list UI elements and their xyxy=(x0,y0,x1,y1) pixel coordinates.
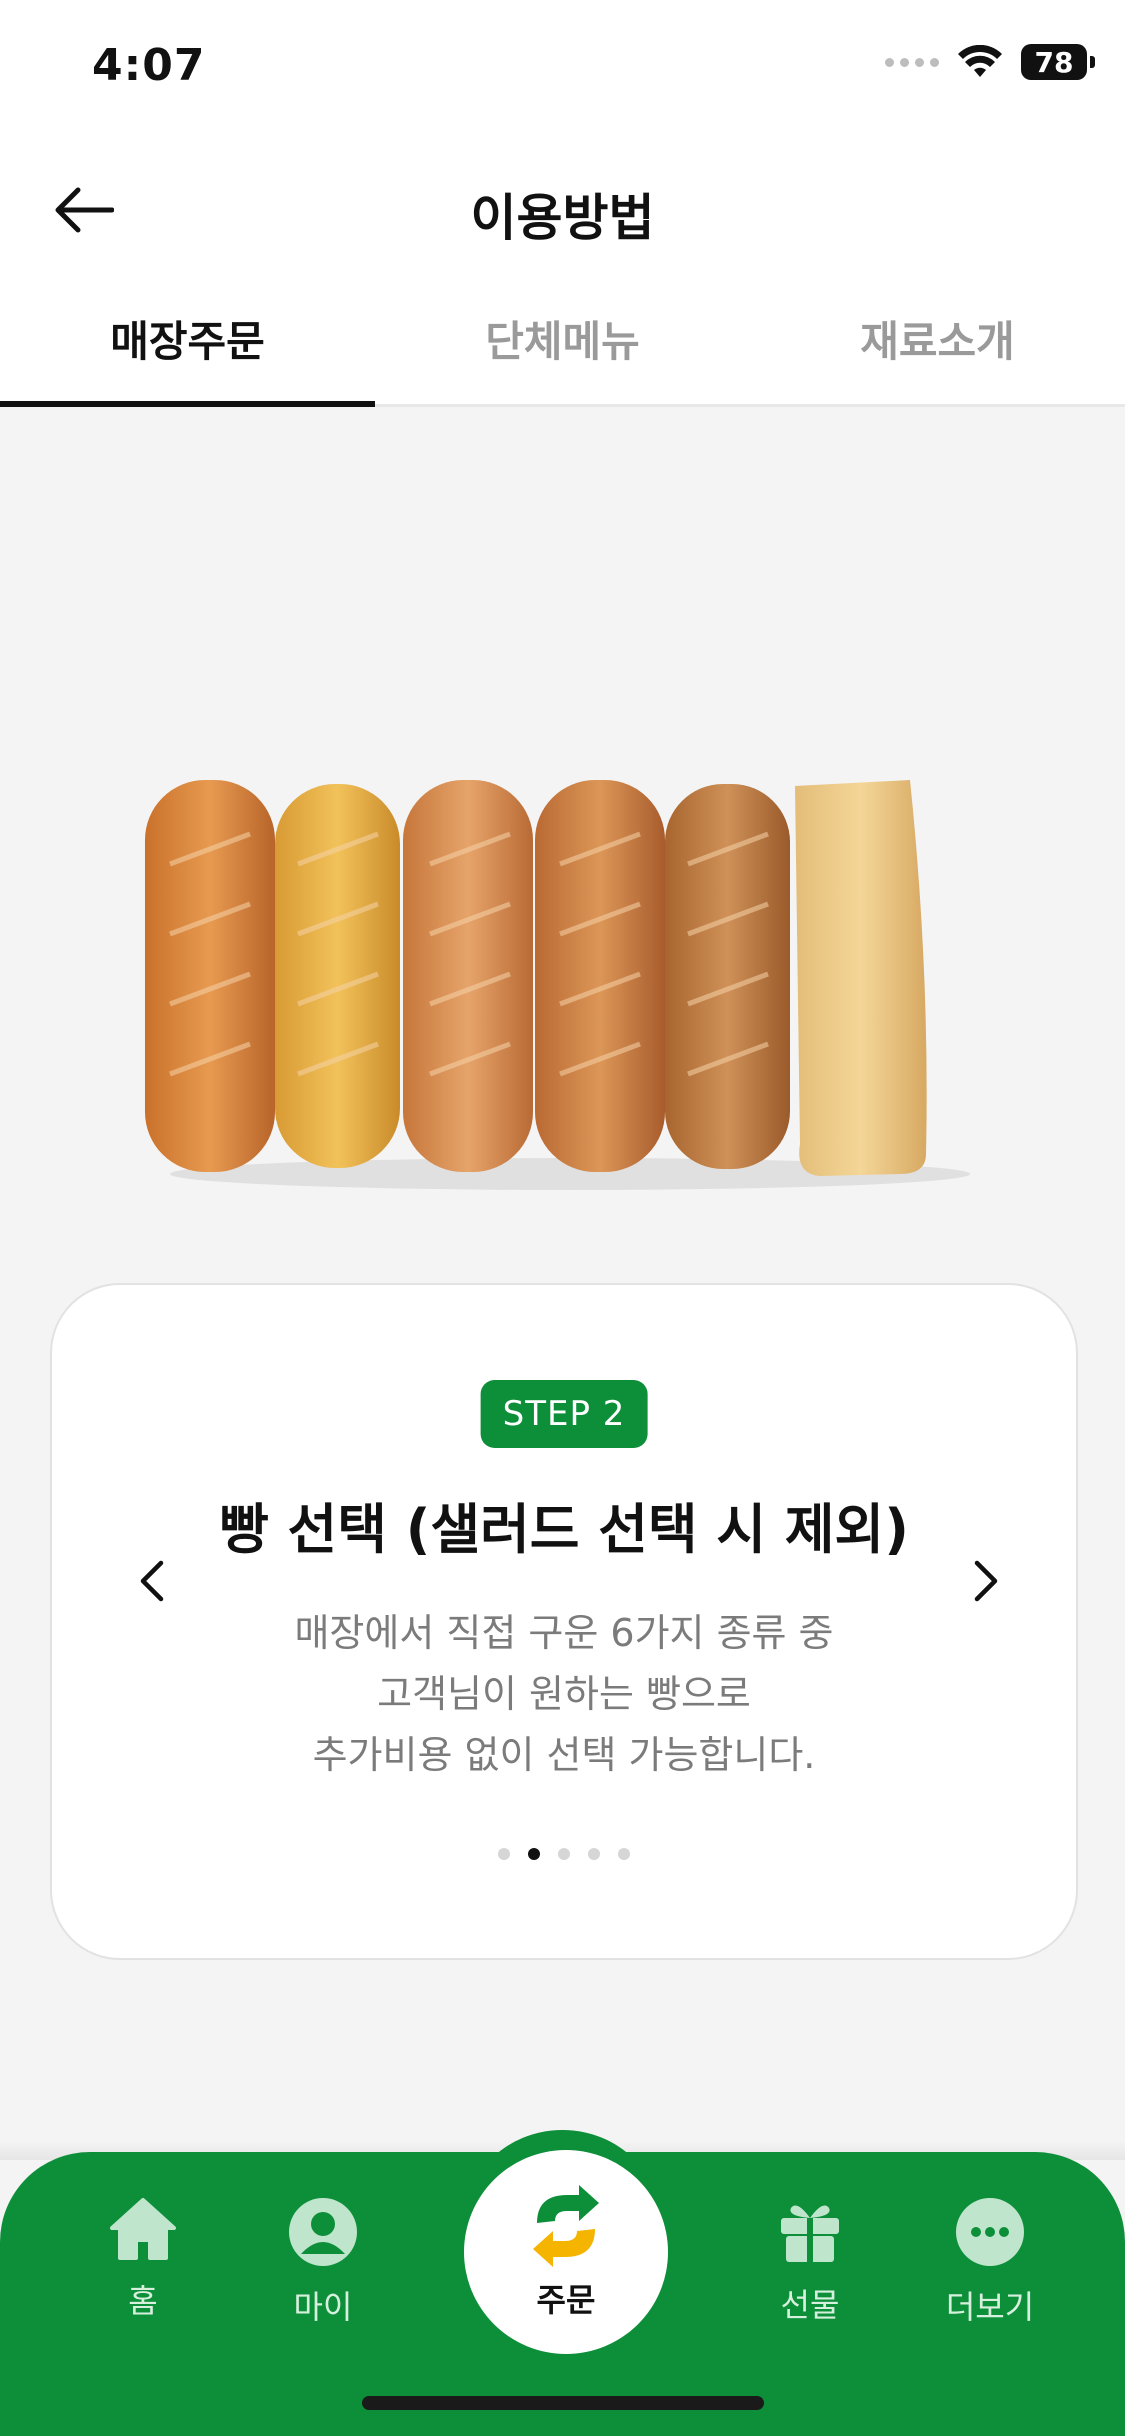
wifi-icon xyxy=(958,45,1002,77)
gift-icon xyxy=(781,2205,839,2262)
nav-more[interactable]: 더보기 xyxy=(915,2196,1065,2328)
page-title: 이용방법 xyxy=(470,189,655,247)
nav-order[interactable]: 주문 xyxy=(464,2150,668,2354)
status-bar: 4:07 78 xyxy=(0,0,1125,140)
step-badge: STEP 2 xyxy=(480,1380,648,1448)
pagination-dots xyxy=(52,1848,1076,1860)
subway-logo-icon xyxy=(533,2185,599,2267)
nav-order-label: 주문 xyxy=(536,2281,596,2319)
step-description: 매장에서 직접 구운 6가지 종류 중 고객님이 원하는 빵으로 추가비용 없이… xyxy=(52,1603,1076,1786)
bread-image-area xyxy=(0,404,1125,1284)
nav-my-label: 마이 xyxy=(293,2288,353,2326)
step-title: 빵 선택 (샐러드 선택 시 제외) xyxy=(219,1498,909,1561)
nav-more-label: 더보기 xyxy=(945,2288,1035,2326)
home-indicator xyxy=(362,2396,764,2410)
pagination-dot[interactable] xyxy=(588,1848,600,1860)
tab-ingredients[interactable]: 재료소개 xyxy=(750,280,1125,404)
nav-home-label: 홈 xyxy=(128,2282,158,2320)
description-line: 매장에서 직접 구운 6가지 종류 중 xyxy=(294,1611,834,1655)
next-step-button[interactable] xyxy=(956,1551,1016,1611)
status-indicators: 78 xyxy=(885,44,1095,80)
user-icon xyxy=(289,2198,357,2266)
nav-gift[interactable]: 선물 xyxy=(735,2196,885,2326)
tab-group-menu[interactable]: 단체메뉴 xyxy=(375,280,750,404)
chevron-right-icon xyxy=(974,1560,998,1602)
prev-step-button[interactable] xyxy=(122,1551,182,1611)
pagination-dot[interactable] xyxy=(618,1848,630,1860)
nav-gift-label: 선물 xyxy=(780,2286,840,2324)
home-icon xyxy=(110,2198,176,2260)
description-line: 고객님이 원하는 빵으로 xyxy=(377,1672,751,1716)
bread-selection-image xyxy=(145,780,970,1190)
pagination-dot[interactable] xyxy=(498,1848,510,1860)
chevron-left-icon xyxy=(140,1560,164,1602)
description-line: 추가비용 없이 선택 가능합니다. xyxy=(312,1733,816,1777)
pagination-dot-active[interactable] xyxy=(528,1848,540,1860)
nav-home[interactable]: 홈 xyxy=(68,2196,218,2322)
tab-store-order[interactable]: 매장주문 xyxy=(0,280,375,407)
tab-bar: 매장주문 단체메뉴 재료소개 xyxy=(0,280,1125,407)
more-icon xyxy=(956,2198,1024,2266)
cellular-signal-icon xyxy=(885,57,939,67)
battery-icon: 78 xyxy=(1021,44,1095,80)
pagination-dot[interactable] xyxy=(558,1848,570,1860)
status-time: 4:07 xyxy=(92,40,206,91)
nav-my[interactable]: 마이 xyxy=(248,2196,398,2328)
nav-header: 이용방법 xyxy=(0,140,1125,280)
step-card[interactable]: STEP 2 빵 선택 (샐러드 선택 시 제외) 매장에서 직접 구운 6가지… xyxy=(50,1283,1078,1960)
